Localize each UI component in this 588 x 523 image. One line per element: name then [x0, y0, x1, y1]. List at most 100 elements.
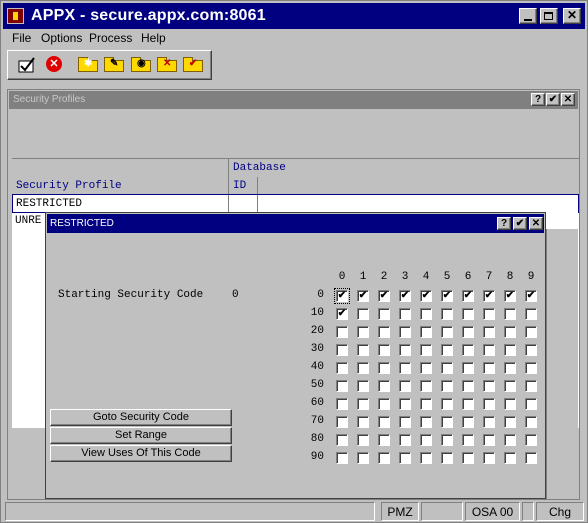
security-code-checkbox[interactable] [525, 434, 537, 446]
security-code-checkbox[interactable] [336, 452, 348, 464]
security-code-checkbox[interactable] [525, 326, 537, 338]
security-code-checkbox[interactable] [483, 434, 495, 446]
security-code-checkbox[interactable] [462, 416, 474, 428]
security-code-checkbox[interactable] [399, 308, 411, 320]
security-code-checkbox[interactable] [483, 362, 495, 374]
security-code-checkbox[interactable] [357, 452, 369, 464]
view-uses-button[interactable]: View Uses Of This Code [50, 445, 232, 462]
security-code-checkbox[interactable] [441, 344, 453, 356]
security-code-checkbox[interactable] [504, 344, 516, 356]
security-code-checkbox[interactable] [378, 398, 390, 410]
profiles-title-bar[interactable]: Security Profiles ? ✔ ✕ [9, 91, 578, 109]
security-code-checkbox[interactable] [399, 326, 411, 338]
security-code-checkbox[interactable] [462, 380, 474, 392]
help-button[interactable]: ? [531, 93, 545, 106]
folder-check-icon[interactable]: ✔ [183, 57, 203, 72]
security-code-checkbox[interactable] [483, 398, 495, 410]
security-code-checkbox[interactable] [336, 398, 348, 410]
security-code-checkbox[interactable] [504, 434, 516, 446]
security-code-checkbox[interactable] [441, 362, 453, 374]
security-code-checkbox[interactable] [357, 398, 369, 410]
help-button[interactable]: ? [497, 217, 511, 230]
security-code-checkbox[interactable] [462, 326, 474, 338]
ok-button[interactable]: ✔ [546, 93, 560, 106]
security-code-checkbox[interactable]: ✔ [336, 308, 348, 320]
security-code-checkbox[interactable] [336, 434, 348, 446]
security-code-checkbox[interactable] [399, 344, 411, 356]
menu-options[interactable]: Options [41, 31, 82, 45]
security-code-checkbox[interactable] [420, 344, 432, 356]
security-code-checkbox[interactable]: ✔ [420, 290, 432, 302]
folder-edit-icon[interactable]: ✎ [104, 57, 124, 72]
close-button[interactable]: ✕ [563, 8, 581, 24]
security-code-checkbox[interactable] [483, 416, 495, 428]
security-code-checkbox[interactable] [504, 308, 516, 320]
security-code-checkbox[interactable] [504, 362, 516, 374]
security-code-checkbox[interactable]: ✔ [357, 290, 369, 302]
minimize-button[interactable] [519, 8, 537, 24]
security-code-checkbox[interactable] [525, 308, 537, 320]
security-code-checkbox[interactable]: ✔ [441, 290, 453, 302]
security-code-checkbox[interactable] [483, 308, 495, 320]
security-code-checkbox[interactable] [357, 344, 369, 356]
security-code-checkbox[interactable]: ✔ [525, 290, 537, 302]
security-code-checkbox[interactable] [525, 416, 537, 428]
title-bar[interactable]: APPX - secure.appx.com:8061 ✕ [3, 3, 585, 29]
security-code-checkbox[interactable] [420, 326, 432, 338]
menu-process[interactable]: Process [89, 31, 132, 45]
security-code-checkbox[interactable] [462, 452, 474, 464]
toolbar-cancel-button[interactable]: ✕ [46, 56, 66, 74]
security-code-checkbox[interactable] [420, 434, 432, 446]
security-code-checkbox[interactable] [378, 380, 390, 392]
security-code-checkbox[interactable] [504, 452, 516, 464]
security-code-checkbox[interactable] [336, 344, 348, 356]
security-code-checkbox[interactable] [399, 398, 411, 410]
security-code-checkbox[interactable] [441, 308, 453, 320]
security-code-checkbox[interactable] [420, 308, 432, 320]
folder-search-icon[interactable]: ◉ [131, 57, 151, 72]
security-code-checkbox[interactable] [441, 326, 453, 338]
security-code-checkbox[interactable] [504, 398, 516, 410]
security-code-checkbox[interactable] [504, 326, 516, 338]
security-code-checkbox[interactable] [483, 344, 495, 356]
goto-security-code-button[interactable]: Goto Security Code [50, 409, 232, 426]
set-range-button[interactable]: Set Range [50, 427, 232, 444]
security-code-checkbox[interactable] [399, 416, 411, 428]
security-code-checkbox[interactable] [462, 308, 474, 320]
security-code-checkbox[interactable] [378, 326, 390, 338]
security-code-checkbox[interactable] [525, 344, 537, 356]
security-code-checkbox[interactable] [525, 362, 537, 374]
security-code-checkbox[interactable] [399, 452, 411, 464]
security-code-checkbox[interactable] [504, 416, 516, 428]
security-code-checkbox[interactable] [357, 416, 369, 428]
security-code-checkbox[interactable] [399, 380, 411, 392]
security-code-checkbox[interactable]: ✔ [483, 290, 495, 302]
security-code-checkbox[interactable] [420, 398, 432, 410]
security-code-checkbox[interactable] [378, 308, 390, 320]
security-code-checkbox[interactable] [336, 326, 348, 338]
security-code-checkbox[interactable] [483, 380, 495, 392]
security-code-checkbox[interactable] [525, 380, 537, 392]
security-code-checkbox[interactable] [483, 452, 495, 464]
security-code-checkbox[interactable] [441, 398, 453, 410]
security-code-checkbox[interactable] [462, 434, 474, 446]
security-code-checkbox[interactable] [441, 452, 453, 464]
menu-file[interactable]: File [12, 31, 31, 45]
security-code-checkbox[interactable] [357, 380, 369, 392]
security-code-checkbox[interactable] [378, 452, 390, 464]
security-code-checkbox[interactable] [357, 362, 369, 374]
security-code-checkbox[interactable]: ✔ [462, 290, 474, 302]
security-code-checkbox[interactable] [378, 362, 390, 374]
menu-help[interactable]: Help [141, 31, 166, 45]
security-code-checkbox[interactable] [420, 416, 432, 428]
security-code-checkbox[interactable]: ✔ [399, 290, 411, 302]
security-code-checkbox[interactable] [441, 380, 453, 392]
table-row[interactable]: RESTRICTED [12, 194, 579, 213]
security-code-checkbox[interactable] [420, 452, 432, 464]
security-code-checkbox[interactable] [462, 362, 474, 374]
security-code-checkbox[interactable] [357, 326, 369, 338]
security-code-checkbox[interactable] [336, 362, 348, 374]
folder-star-icon[interactable]: ✱ [78, 57, 98, 72]
security-code-checkbox[interactable] [336, 416, 348, 428]
security-code-checkbox[interactable]: ✔ [378, 290, 390, 302]
